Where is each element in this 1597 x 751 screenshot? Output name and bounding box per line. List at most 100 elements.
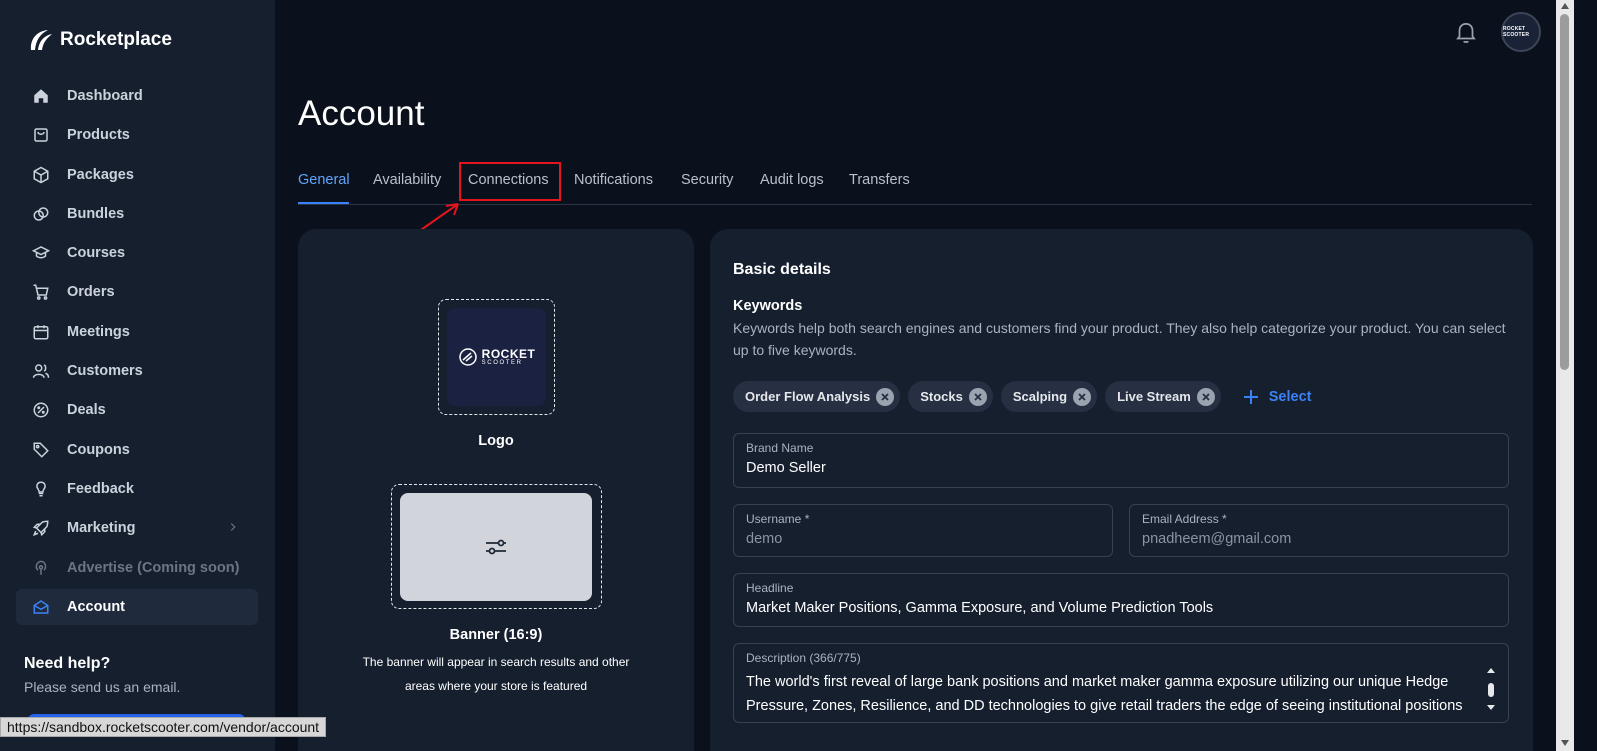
sidebar-item-label: Account <box>67 598 125 615</box>
description-value: The world's first reveal of large bank p… <box>746 674 1463 714</box>
brand[interactable]: Rocketplace <box>28 28 172 52</box>
link-icon <box>33 207 49 221</box>
sidebar-item-bundles[interactable]: Bundles <box>16 196 258 232</box>
sidebar-item-meetings[interactable]: Meetings <box>16 314 258 350</box>
home-icon <box>34 89 48 103</box>
help-text: Please send us an email. <box>24 679 181 695</box>
sidebar-item-products[interactable]: Products <box>16 117 258 153</box>
sidebar-item-coupons[interactable]: Coupons <box>16 432 258 468</box>
help-section: Need help? Please send us an email. <box>24 655 180 695</box>
sidebar-item-label: Advertise (Coming soon) <box>67 559 240 576</box>
tab-general[interactable]: General <box>298 172 350 188</box>
logo-upload[interactable]: ROCKET SCOOTER <box>438 299 555 415</box>
broadcast-icon <box>35 560 47 575</box>
tab-availability[interactable]: Availability <box>373 172 441 188</box>
email-field[interactable]: Email Address * pnadheem@gmail.com <box>1129 504 1509 557</box>
rocket-scooter-logo-icon <box>458 348 477 366</box>
avatar[interactable]: ROCKET SCOOTER <box>1501 12 1541 52</box>
calendar-icon <box>33 325 49 340</box>
sidebar-item-label: Coupons <box>67 441 130 458</box>
cube-icon <box>33 166 49 183</box>
sidebar-item-marketing[interactable]: Marketing <box>16 510 258 546</box>
sidebar-item-label: Dashboard <box>67 88 143 104</box>
bell-icon[interactable] <box>1453 19 1479 45</box>
sidebar-item-label: Meetings <box>67 323 130 340</box>
annotation-highlight-box <box>459 162 561 201</box>
sidebar-item-label: Courses <box>67 245 126 262</box>
graduation-cap-icon <box>32 246 50 259</box>
section-title: Basic details <box>733 261 831 278</box>
sidebar: Rocketplace Dashboard Products Packages … <box>0 0 275 751</box>
sidebar-item-orders[interactable]: Orders <box>16 274 258 310</box>
banner-upload[interactable] <box>391 484 602 609</box>
percent-icon <box>33 402 49 418</box>
headline-label: Headline <box>746 581 794 595</box>
remove-keyword-icon[interactable] <box>968 387 987 406</box>
sidebar-item-label: Marketing <box>67 520 136 537</box>
keywords-title: Keywords <box>733 298 803 314</box>
username-field[interactable]: Username * demo <box>733 504 1113 557</box>
sidebar-item-deals[interactable]: Deals <box>16 392 258 428</box>
sidebar-item-feedback[interactable]: Feedback <box>16 471 258 507</box>
help-title: Need help? <box>24 655 111 672</box>
scroll-thumb[interactable] <box>1560 14 1569 370</box>
keyword-chip: Stocks <box>908 381 993 412</box>
page-scrollbar[interactable] <box>1556 0 1574 751</box>
description-field[interactable]: Description (366/775) The world's first … <box>733 643 1509 723</box>
sidebar-item-dashboard[interactable]: Dashboard <box>16 78 258 114</box>
select-keywords-button[interactable]: Select <box>1243 389 1312 405</box>
keywords-help: Keywords help both search engines and cu… <box>733 320 1506 358</box>
keyword-chip-label: Scalping <box>1012 389 1068 404</box>
brand-name-field[interactable]: Brand Name Demo Seller <box>733 433 1509 488</box>
page-title: Account <box>298 94 425 133</box>
sidebar-item-label: Orders <box>67 284 115 301</box>
sidebar-item-courses[interactable]: Courses <box>16 235 258 271</box>
sidebar-item-customers[interactable]: Customers <box>16 353 258 389</box>
keyword-chip: Order Flow Analysis <box>733 381 901 412</box>
logo-text-bottom: SCOOTER <box>481 360 523 366</box>
banner-label: Banner (16:9) <box>449 627 543 643</box>
cart-icon <box>33 284 49 301</box>
shopping-bag-icon <box>34 128 48 143</box>
tab-transfers[interactable]: Transfers <box>849 172 910 188</box>
brand-name-value: Demo Seller <box>746 460 826 476</box>
username-label: Username * <box>746 512 810 526</box>
sidebar-nav: Dashboard Products Packages Bundles Cour… <box>16 78 258 628</box>
envelope-open-icon <box>33 599 49 614</box>
keyword-chip: Live Stream <box>1105 381 1221 412</box>
active-tab-indicator <box>298 202 349 204</box>
sidebar-item-label: Feedback <box>67 480 134 497</box>
tab-audit-logs[interactable]: Audit logs <box>760 172 824 188</box>
sidebar-item-account[interactable]: Account <box>16 588 258 625</box>
remove-keyword-icon[interactable] <box>1196 387 1215 406</box>
scroll-down-icon[interactable] <box>1561 740 1569 746</box>
sliders-icon <box>486 539 506 555</box>
keyword-chip-label: Stocks <box>920 389 963 404</box>
headline-value: Market Maker Positions, Gamma Exposure, … <box>746 600 1214 616</box>
keyword-chip-label: Order Flow Analysis <box>745 389 871 404</box>
logo-text-top: ROCKET <box>481 347 536 361</box>
sidebar-item-packages[interactable]: Packages <box>16 157 258 193</box>
chevron-right-icon <box>230 523 236 532</box>
keyword-chips: Order Flow Analysis Stocks Scalping Live… <box>733 381 1312 412</box>
tab-security[interactable]: Security <box>681 172 733 188</box>
remove-keyword-icon[interactable] <box>1073 387 1092 406</box>
tab-notifications[interactable]: Notifications <box>574 172 653 188</box>
avatar-text: ROCKET SCOOTER <box>1503 26 1530 38</box>
sidebar-item-label: Products <box>67 127 130 144</box>
textarea-scrollbar[interactable] <box>1485 666 1497 712</box>
scroll-up-icon[interactable] <box>1561 3 1569 9</box>
username-value: demo <box>746 531 783 547</box>
headline-field[interactable]: Headline Market Maker Positions, Gamma E… <box>733 573 1509 627</box>
rocket-icon <box>32 520 49 537</box>
banner-placeholder <box>400 493 592 601</box>
lightbulb-icon <box>36 481 46 497</box>
sidebar-item-label: Deals <box>67 402 106 419</box>
keyword-chip-label: Live Stream <box>1117 389 1191 404</box>
media-panel: ROCKET SCOOTER Logo Banner (16:9) The ba… <box>298 229 694 751</box>
tag-icon <box>33 442 49 458</box>
brand-name: Rocketplace <box>60 29 172 50</box>
status-url: https://sandbox.rocketscooter.com/vendor… <box>0 717 327 737</box>
remove-keyword-icon[interactable] <box>876 387 895 406</box>
sidebar-item-label: Packages <box>67 166 134 183</box>
